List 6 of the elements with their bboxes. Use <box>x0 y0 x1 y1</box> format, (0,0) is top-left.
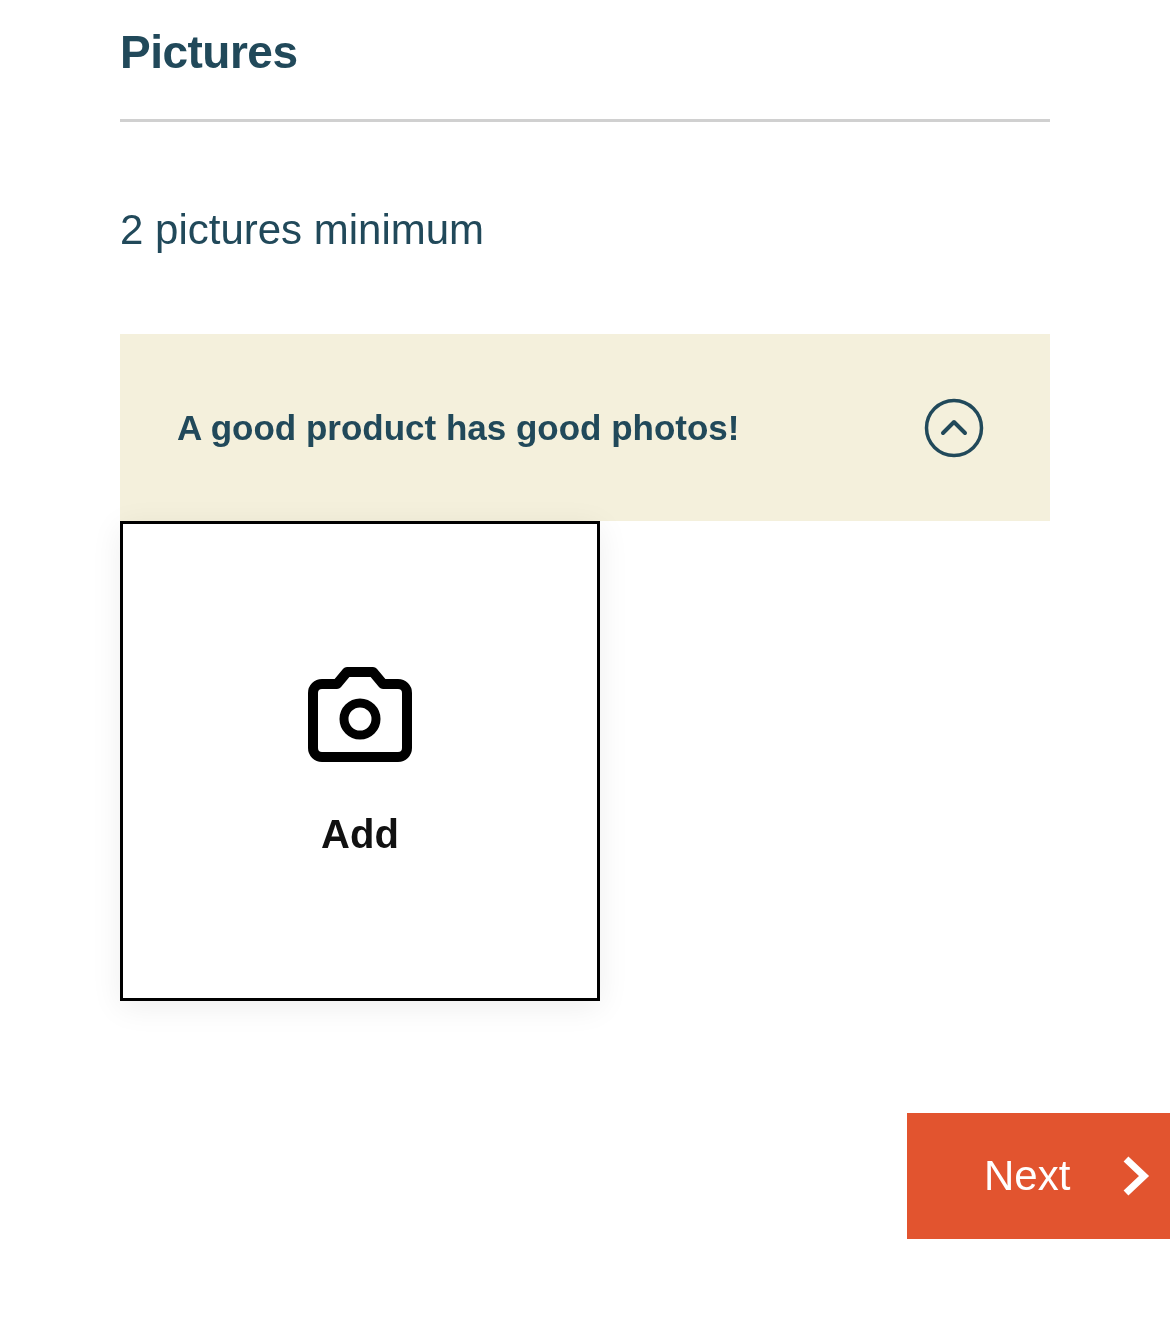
next-button[interactable]: Next <box>907 1113 1170 1239</box>
camera-icon <box>308 666 412 762</box>
add-picture-button[interactable]: Add <box>120 521 600 1001</box>
tip-accordion-header[interactable]: A good product has good photos! <box>120 334 1050 521</box>
requirement-text: 2 pictures minimum <box>120 205 486 255</box>
section-title: Pictures <box>120 25 299 80</box>
